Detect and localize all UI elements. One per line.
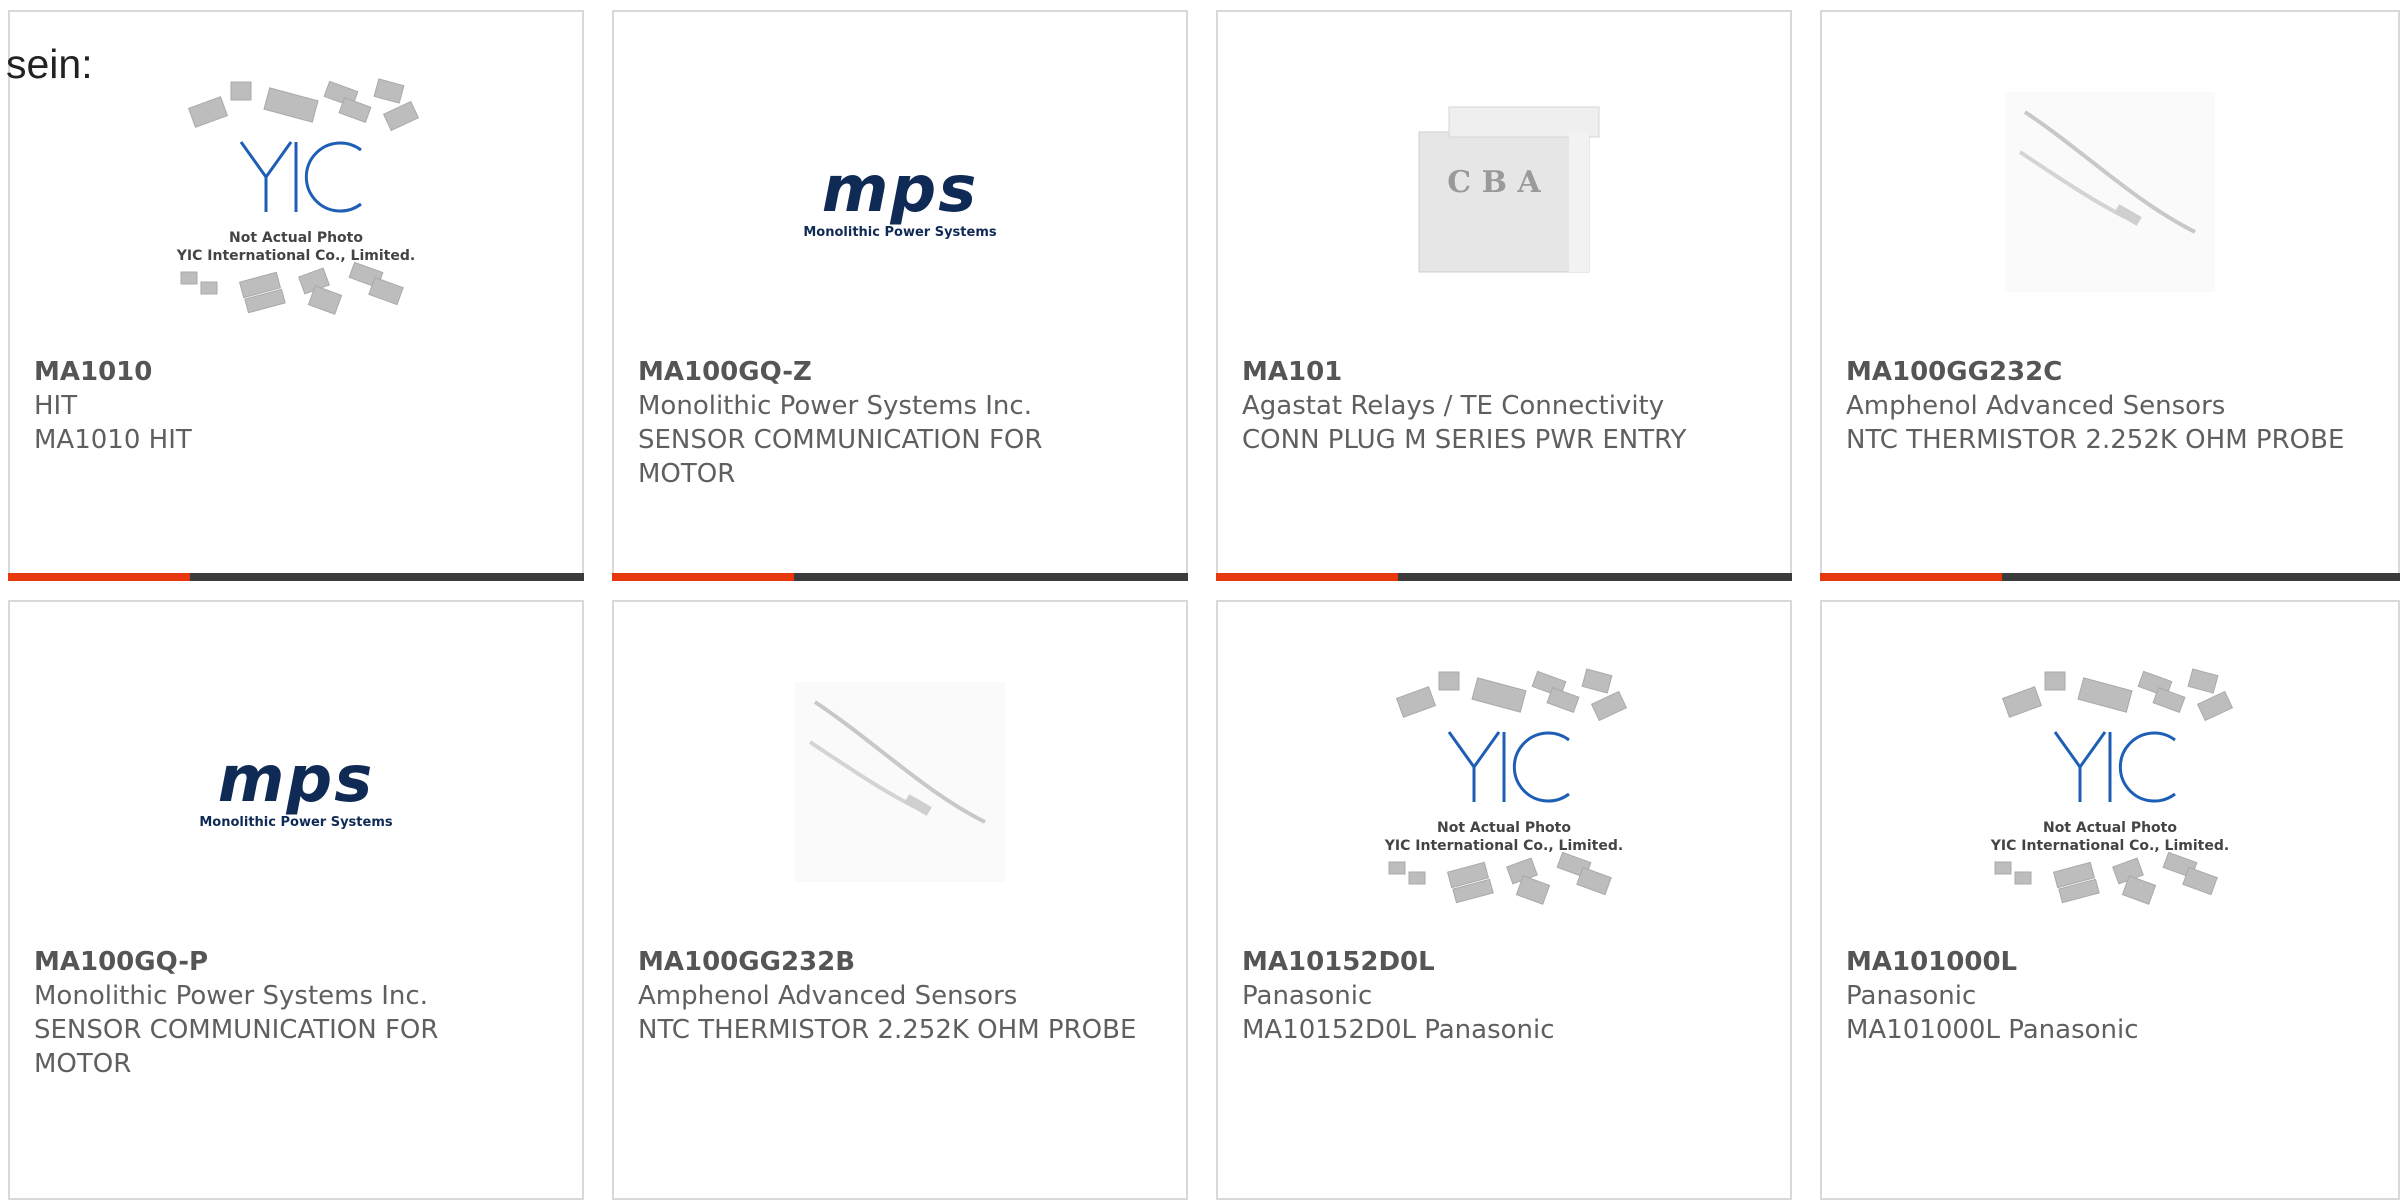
description: NTC THERMISTOR 2.252K OHM PROBE (1846, 425, 2345, 455)
manufacturer: Monolithic Power Systems Inc. (34, 981, 428, 1011)
mps-logo-word: mps (217, 743, 375, 817)
card-accent-bar (1216, 573, 1398, 581)
manufacturer: Panasonic (1242, 981, 1373, 1011)
part-number-link[interactable]: MA100GG232B (638, 945, 1146, 979)
yic-placeholder-image: Not Actual Photo YIC International Co., … (176, 78, 420, 315)
description: SENSOR COMMUNICATION FOR MOTOR (34, 1015, 439, 1079)
part-number-link[interactable]: MA101000L (1846, 945, 2358, 979)
yic-placeholder-image: Not Actual Photo YIC International Co., … (1384, 668, 1628, 905)
description: MA10152D0L Panasonic (1242, 1015, 1555, 1045)
product-card[interactable]: C B A MA101 Agastat Relays / TE Connecti… (1216, 10, 1792, 581)
yic-placeholder-image: Not Actual Photo YIC International Co., … (1990, 668, 2234, 905)
connector-letters: C B A (1447, 165, 1541, 200)
thermistor-photo (795, 682, 1005, 882)
manufacturer: Monolithic Power Systems Inc. (638, 391, 1032, 421)
product-image[interactable]: Not Actual Photo YIC International Co., … (1218, 662, 1790, 952)
description: SENSOR COMMUNICATION FOR MOTOR (638, 425, 1043, 489)
card-accent-bar (1820, 573, 2002, 581)
card-footer-bar (8, 573, 584, 581)
mps-logo: mps Monolithic Power Systems (803, 157, 996, 240)
product-image[interactable]: mps Monolithic Power Systems (614, 72, 1186, 362)
mps-logo-word: mps (821, 153, 979, 227)
yic-caption-2: YIC International Co., Limited. (1990, 838, 2229, 854)
yic-caption-1: Not Actual Photo (2043, 820, 2177, 836)
connector-photo: C B A (1418, 106, 1600, 273)
manufacturer: Amphenol Advanced Sensors (1846, 391, 2226, 421)
product-image[interactable] (1822, 72, 2398, 362)
mps-logo-subtitle: Monolithic Power Systems (199, 815, 393, 830)
product-card[interactable]: Not Actual Photo YIC International Co., … (1820, 600, 2400, 1200)
card-accent-bar (8, 573, 190, 581)
part-number-link[interactable]: MA100GQ-Z (638, 355, 1146, 389)
description: MA101000L Panasonic (1846, 1015, 2139, 1045)
part-number-link[interactable]: MA100GQ-P (34, 945, 542, 979)
manufacturer: Panasonic (1846, 981, 1977, 1011)
section-lead-text: sein: (6, 41, 93, 87)
manufacturer: Agastat Relays / TE Connectivity (1242, 391, 1665, 421)
product-card[interactable]: mps Monolithic Power Systems MA100GQ-P M… (8, 600, 584, 1200)
yic-caption-2: YIC International Co., Limited. (176, 248, 415, 264)
description: CONN PLUG M SERIES PWR ENTRY (1242, 425, 1687, 455)
part-number-link[interactable]: MA100GG232C (1846, 355, 2358, 389)
mps-logo-subtitle: Monolithic Power Systems (803, 225, 997, 240)
mps-logo: mps Monolithic Power Systems (199, 747, 392, 830)
manufacturer: Amphenol Advanced Sensors (638, 981, 1018, 1011)
card-footer-bar (612, 573, 1188, 581)
thermistor-photo (2005, 92, 2215, 292)
yic-caption-1: Not Actual Photo (229, 230, 363, 246)
product-card[interactable]: Not Actual Photo YIC International Co., … (8, 10, 584, 581)
product-card[interactable]: Not Actual Photo YIC International Co., … (1216, 600, 1792, 1200)
part-number-link[interactable]: MA101 (1242, 355, 1750, 389)
manufacturer: HIT (34, 391, 78, 421)
card-footer-bar (1216, 573, 1792, 581)
description: NTC THERMISTOR 2.252K OHM PROBE (638, 1015, 1137, 1045)
product-image[interactable]: C B A (1218, 72, 1790, 362)
product-card[interactable]: MA100GG232C Amphenol Advanced Sensors NT… (1820, 10, 2400, 581)
product-image[interactable]: mps Monolithic Power Systems (10, 662, 582, 952)
product-image[interactable]: Not Actual Photo YIC International Co., … (1822, 662, 2398, 952)
card-footer-bar (1820, 573, 2400, 581)
description: MA1010 HIT (34, 425, 192, 455)
card-accent-bar (612, 573, 794, 581)
part-number-link[interactable]: MA1010 (34, 355, 542, 389)
yic-caption-2: YIC International Co., Limited. (1384, 838, 1623, 854)
product-image[interactable] (614, 662, 1186, 952)
product-card[interactable]: mps Monolithic Power Systems MA100GQ-Z M… (612, 10, 1188, 581)
product-image[interactable]: Not Actual Photo YIC International Co., … (10, 72, 582, 362)
product-card[interactable]: MA100GG232B Amphenol Advanced Sensors NT… (612, 600, 1188, 1200)
part-number-link[interactable]: MA10152D0L (1242, 945, 1750, 979)
yic-caption-1: Not Actual Photo (1437, 820, 1571, 836)
